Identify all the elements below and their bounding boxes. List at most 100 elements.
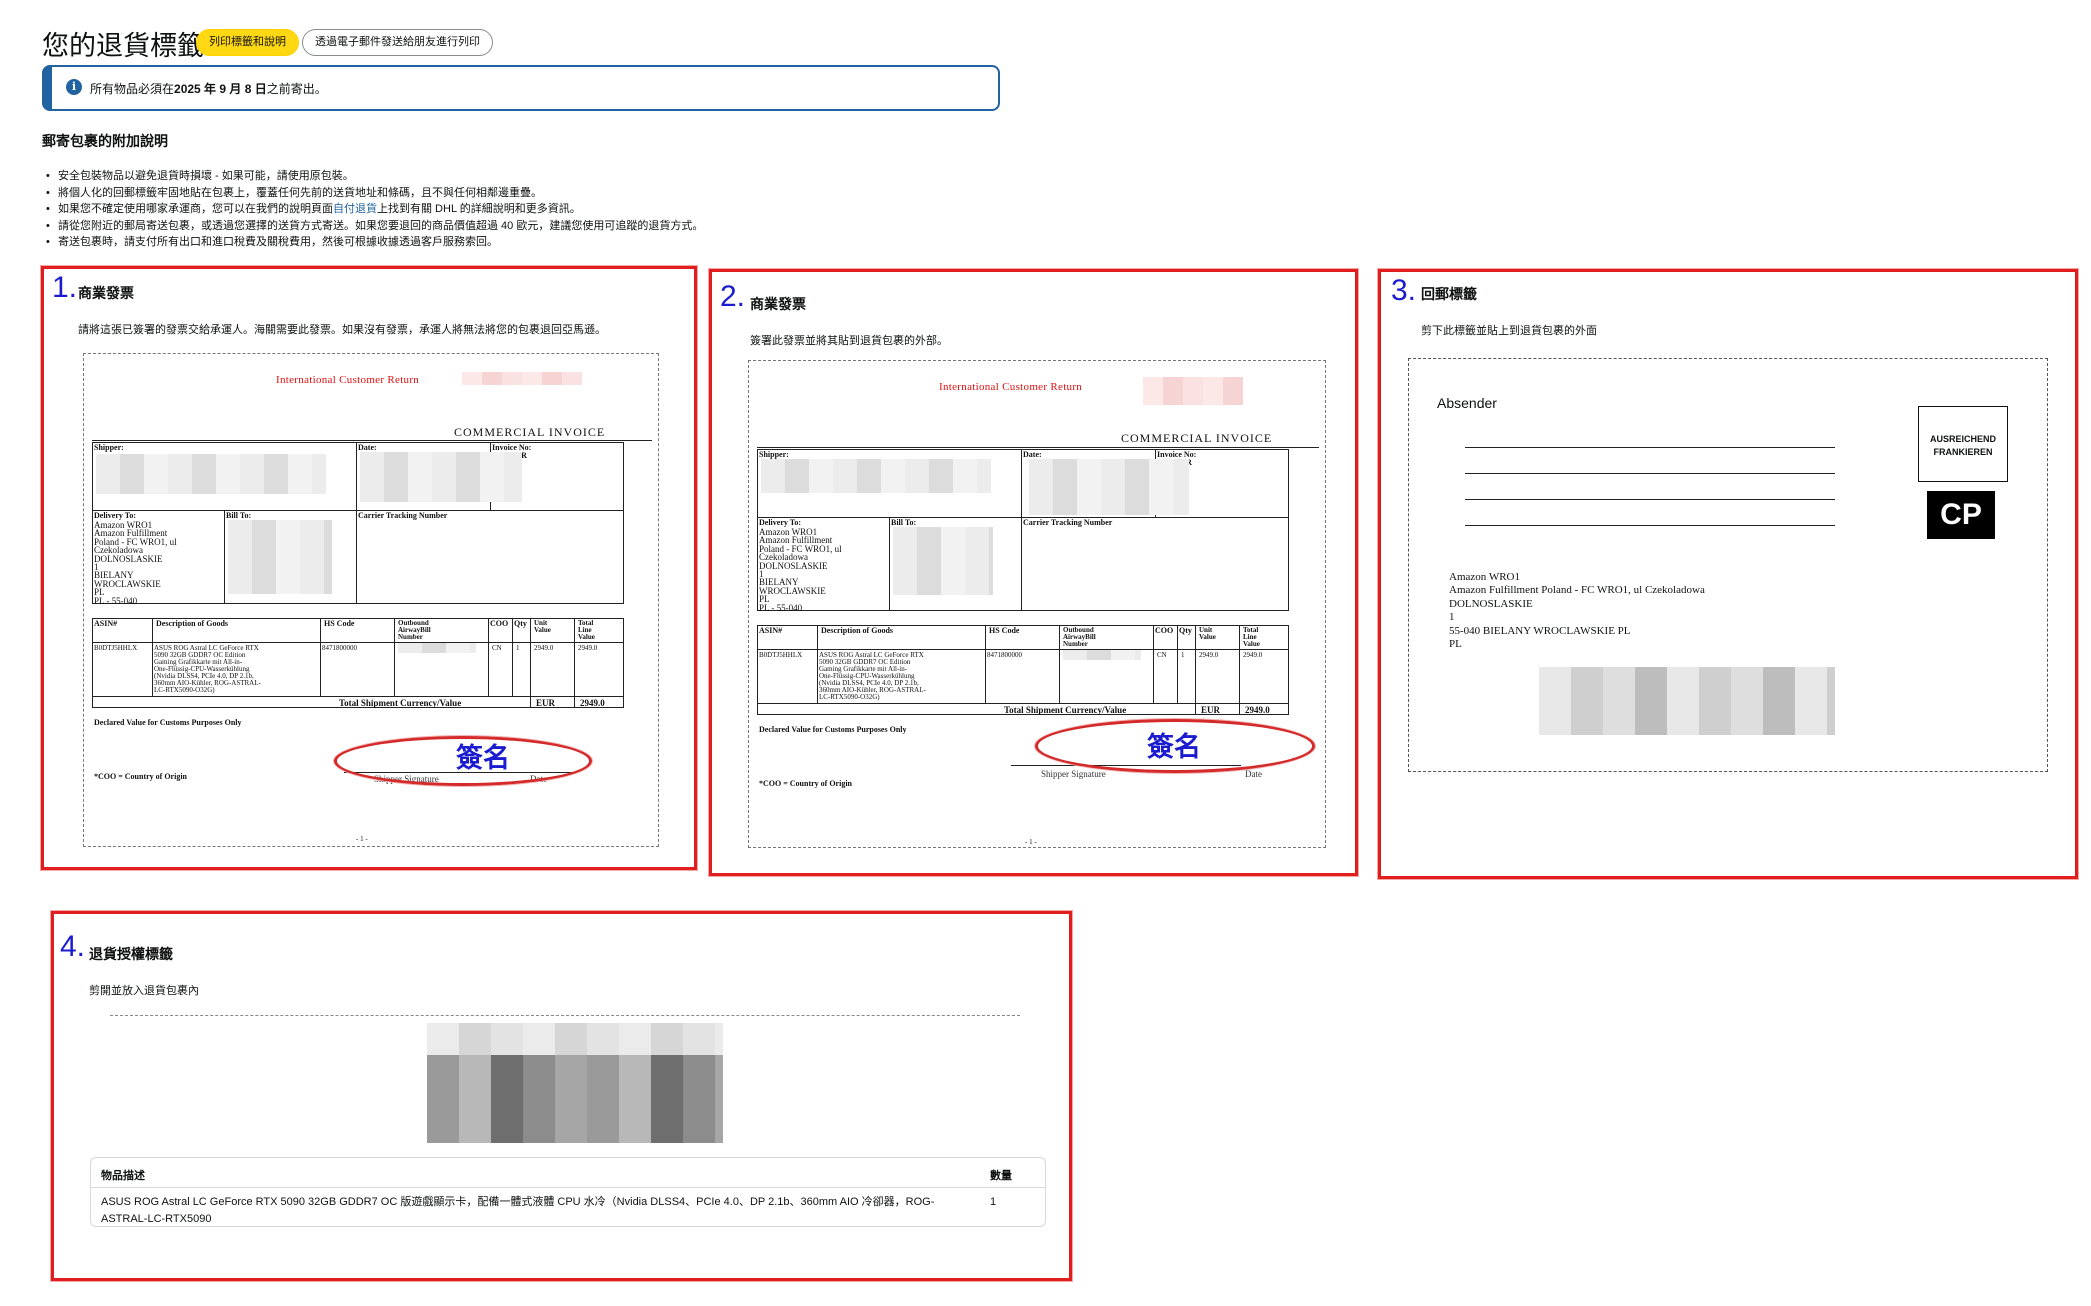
divider: [320, 618, 321, 696]
instruction-item: 安全包裝物品以避免退貨時損壞 - 如果可能，請使用原包裝。: [46, 168, 703, 185]
delivery-to-label: Delivery To:: [94, 511, 136, 520]
cut-line: [110, 1015, 1020, 1016]
bill-to-label: Bill To:: [891, 518, 917, 527]
col-total-value: Total Line Value: [578, 619, 595, 641]
redacted-barcode: [1539, 667, 1835, 735]
declared-value-note: Declared Value for Customs Purposes Only: [94, 718, 242, 727]
panel-subtitle: 剪下此標籤並貼上到退貨包裹的外面: [1421, 325, 1597, 337]
divider: [985, 625, 986, 703]
col-coo: COO: [490, 619, 509, 628]
redacted-order-id: [1143, 377, 1243, 405]
email-to-friend-button[interactable]: 透過電子郵件發送給朋友進行列印: [302, 29, 493, 56]
step-number: 2.: [720, 280, 746, 313]
instructions-title: 郵寄包裹的附加說明: [42, 133, 168, 149]
info-icon: i: [66, 79, 82, 95]
row-total-value: 2949.0: [578, 644, 598, 652]
row-coo: CN: [492, 644, 502, 652]
divider: [92, 440, 652, 441]
redacted-bill-to: [893, 527, 993, 595]
instruction-item: 請從您附近的郵局寄送包裹，或透過您選擇的送貨方式寄送。如果您要退回的商品價值超過…: [46, 218, 703, 235]
divider: [224, 510, 225, 604]
item-description: ASUS ROG Astral LC GeForce RTX 5090 32GB…: [101, 1196, 935, 1225]
panel-subtitle: 請將這張已簽署的發票交給承運人。海關需要此發票。如果沒有發票，承運人將無法將您的…: [78, 324, 606, 336]
panel-title: 商業發票: [78, 285, 134, 301]
sender-line: [1465, 447, 1835, 448]
col-item-description: 物品描述: [101, 1170, 145, 1182]
print-labels-button[interactable]: 列印標籤和說明: [196, 29, 299, 56]
divider: [757, 447, 1319, 448]
row-qty: 1: [516, 644, 520, 652]
row-qty: 1: [1181, 651, 1185, 659]
redacted-barcode-top: [427, 1023, 723, 1055]
date-label: Date:: [358, 443, 377, 452]
step-number: 3.: [1391, 274, 1417, 307]
row-unit-value: 2949.0: [534, 644, 554, 652]
col-airwaybill: Outbound AirwayBill Number: [398, 619, 431, 641]
row-unit-value: 2949.0: [1199, 651, 1219, 659]
divider: [488, 618, 489, 696]
shipping-label: Absender AUSREICHEND FRANKIEREN CP Amazo…: [1408, 358, 2048, 772]
delivery-address: Amazon WRO1 Amazon Fulfillment Poland - …: [759, 527, 842, 613]
date-label: Date:: [1023, 450, 1042, 459]
coo-note: *COO = Country of Origin: [759, 779, 853, 788]
redacted-airwaybill: [1063, 650, 1141, 660]
col-qty: Qty: [1179, 626, 1192, 635]
divider: [92, 696, 624, 697]
return-items-table: 物品描述 數量 ASUS ROG Astral LC GeForce RTX 5…: [90, 1157, 1046, 1227]
col-asin: ASIN#: [759, 626, 783, 635]
row-hs-code: 8471800000: [322, 644, 357, 652]
sender-line: [1465, 473, 1835, 474]
signature-note: 簽名: [1147, 732, 1201, 763]
row-description: ASUS ROG Astral LC GeForce RTX 5090 32GB…: [154, 644, 261, 694]
delivery-to-label: Delivery To:: [759, 518, 801, 527]
divider: [92, 642, 624, 643]
redacted-date: [1029, 459, 1189, 515]
panel-title: 回郵標籤: [1421, 286, 1477, 302]
col-total-value: Total Line Value: [1243, 626, 1260, 648]
delivery-address: Amazon WRO1 Amazon Fulfillment Poland - …: [94, 520, 177, 606]
cp-logo: CP: [1927, 491, 1995, 539]
redacted-airwaybill: [398, 643, 476, 653]
commercial-invoice-panel-1: 1. 商業發票 請將這張已簽署的發票交給承運人。海關需要此發票。如果沒有發票，承…: [41, 266, 697, 870]
col-asin: ASIN#: [94, 619, 118, 628]
instruction-item: 寄送包裹時，請支付所有出口和進口稅費及關稅費用，然後可根據收據透過客戶服務索回。: [46, 234, 703, 251]
panel-subtitle: 簽署此發票並將其貼到退貨包裹的外部。: [750, 335, 948, 347]
declared-value-note: Declared Value for Customs Purposes Only: [759, 725, 907, 734]
invoice-red-title: International Customer Return: [939, 381, 1083, 393]
divider: [1059, 625, 1060, 703]
self-paid-return-link[interactable]: 自付退貨: [333, 203, 377, 215]
signature-date-label: Date: [1245, 769, 1262, 779]
item-quantity: 1: [990, 1196, 997, 1208]
alert-text: 所有物品必須在2025 年 9 月 8 日之前寄出。: [90, 82, 327, 96]
col-description: Description of Goods: [156, 619, 228, 628]
row-total-value: 2949.0: [1243, 651, 1263, 659]
ship-by-alert: i 所有物品必須在2025 年 9 月 8 日之前寄出。: [42, 65, 1000, 111]
col-description: Description of Goods: [821, 626, 893, 635]
recipient-address: Amazon WRO1 Amazon Fulfillment Poland - …: [1449, 571, 1705, 651]
signature-note: 簽名: [456, 743, 510, 774]
shipper-label: Shipper:: [94, 443, 124, 452]
row-hs-code: 8471800000: [987, 651, 1022, 659]
divider: [574, 618, 575, 708]
total-shipment-label: Total Shipment Currency/Value: [1004, 705, 1127, 715]
postage-stamp-box: AUSREICHEND FRANKIEREN: [1918, 406, 2008, 482]
redacted-bill-to: [228, 520, 332, 594]
sender-label: Absender: [1437, 395, 1497, 411]
return-label-panel: 3. 回郵標籤 剪下此標籤並貼上到退貨包裹的外面 Absender AUSREI…: [1378, 269, 2078, 879]
address-line: Amazon Fulfillment Poland - FC WRO1, ul …: [1449, 584, 1705, 597]
sender-line: [1465, 525, 1835, 526]
divider: [356, 442, 357, 604]
row-asin: B0DTJ5HHLX: [759, 651, 803, 659]
address-line: Amazon WRO1: [1449, 571, 1520, 583]
commercial-invoice: International Customer Return COMMERCIAL…: [83, 353, 659, 847]
divider: [1153, 625, 1154, 703]
page-number: - 1 -: [356, 835, 368, 843]
instruction-item: 如果您不確定使用哪家承運商，您可以在我們的說明頁面自付退貨上找到有關 DHL 的…: [46, 201, 703, 218]
col-hs-code: HS Code: [324, 619, 355, 628]
page-number: - 1 -: [1025, 838, 1037, 846]
address-line: 55-040 BIELANY WROCLAWSKIE PL: [1449, 624, 1631, 637]
address-line: PL: [1449, 638, 1462, 651]
page-title: 您的退貨標籤: [42, 31, 204, 61]
redacted-date: [360, 452, 522, 502]
instruction-item: 將個人化的回郵標籤牢固地貼在包裹上，覆蓋任何先前的送貨地址和條碼，且不與任何相鄰…: [46, 185, 703, 202]
